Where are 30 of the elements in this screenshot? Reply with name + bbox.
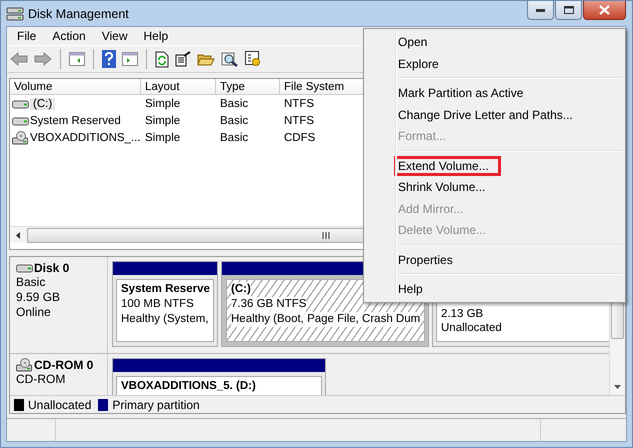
disk-info: Online: [16, 305, 52, 320]
table-cell: Simple: [145, 114, 180, 126]
table-cell: (C:): [30, 98, 56, 110]
table-cell: Simple: [145, 132, 180, 144]
table-cell: VBOXADDITIONS_...: [30, 132, 141, 144]
table-cell: NTFS: [284, 98, 314, 110]
partition-info: 100 MB NTFS: [121, 297, 195, 312]
partition-info: Healthy (Boot, Page File, Crash Dum: [231, 312, 420, 327]
table-cell: NTFS: [284, 114, 314, 126]
partition-info: 7.36 GB NTFS: [231, 297, 306, 312]
partition-name: System Reserve: [121, 282, 209, 297]
partition-info: Healthy (System,: [121, 312, 209, 327]
disk-name: CD-ROM 0: [34, 358, 94, 372]
legend-label: Unallocated: [28, 398, 92, 412]
partition-info: Unallocated: [441, 321, 503, 335]
window-title: Disk Management: [28, 6, 130, 20]
table-cell: Simple: [145, 98, 180, 110]
disk-info: 9.59 GB: [16, 290, 62, 305]
disk-info: Basic: [16, 275, 46, 290]
table-cell: Basic: [220, 98, 248, 110]
partition-name: (C:): [231, 282, 251, 297]
table-cell: System Reserved: [30, 114, 121, 126]
disk-name: Disk 0: [34, 261, 70, 275]
disk-info: CD-ROM: [16, 372, 66, 387]
partition-info: 2.13 GB: [441, 307, 484, 321]
table-cell: Basic: [220, 114, 248, 126]
legend-label: Primary partition: [112, 398, 200, 412]
partition-name: VBOXADDITIONS_5. (D:): [121, 379, 257, 394]
table-cell: CDFS: [284, 132, 316, 144]
table-cell: Basic: [220, 132, 248, 144]
